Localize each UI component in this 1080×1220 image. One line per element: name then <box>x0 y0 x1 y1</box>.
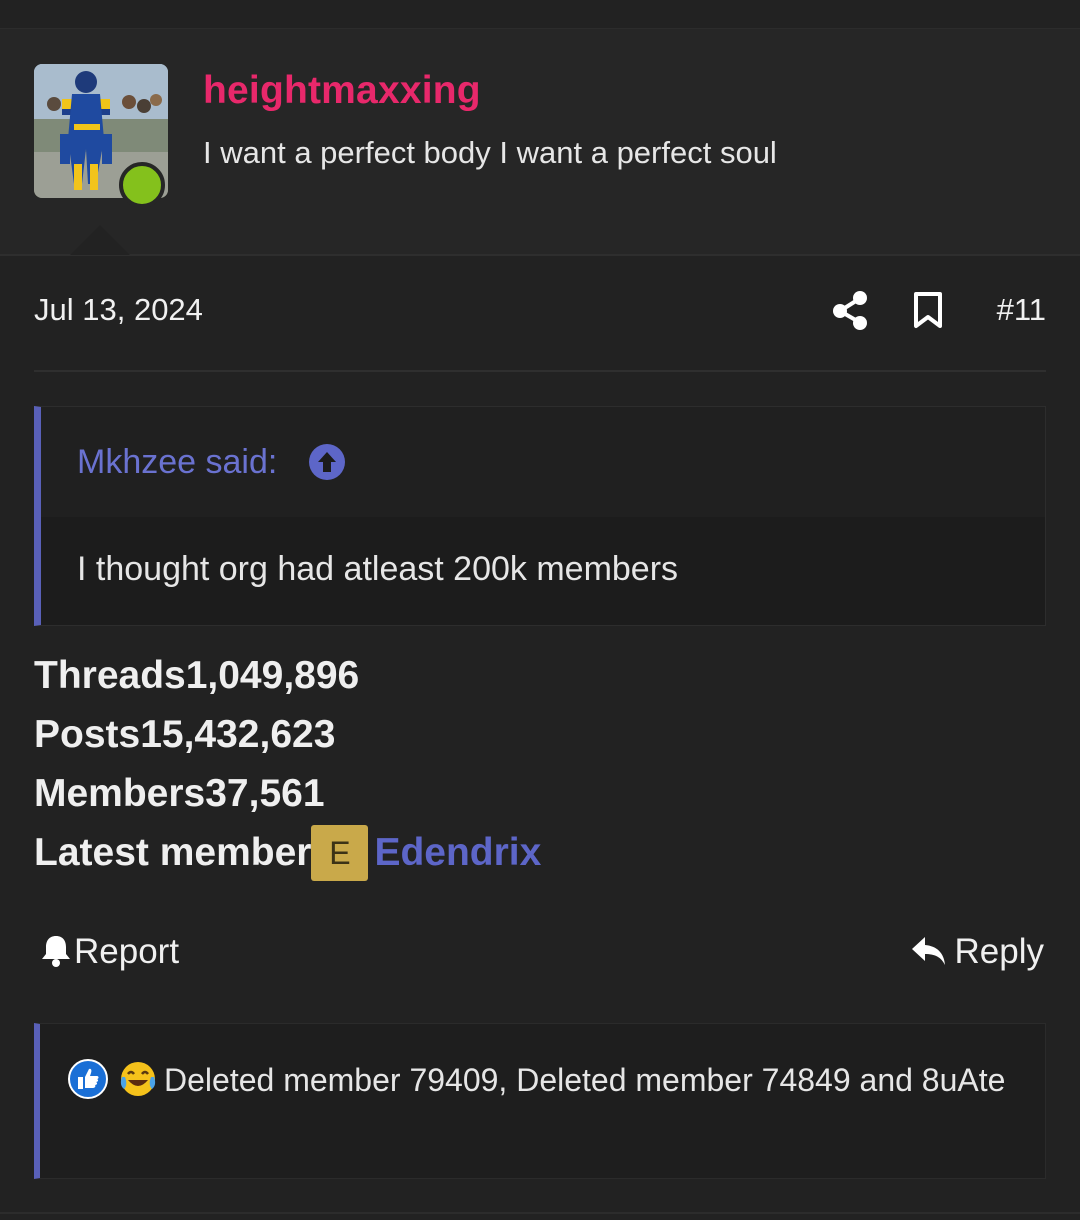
stat-posts: Posts15,432,623 <box>34 709 541 768</box>
post-meta-row: Jul 13, 2024 #11 <box>34 290 1046 334</box>
post-number-link[interactable]: #11 <box>997 292 1046 328</box>
post-user-header: heightmaxxing I want a perfect body I wa… <box>0 29 1080 256</box>
username-link[interactable]: heightmaxxing <box>203 69 481 113</box>
like-icon <box>68 1059 108 1099</box>
stat-posts-value: 15,432,623 <box>140 713 336 756</box>
stat-posts-label: Posts <box>34 713 141 756</box>
bookmark-icon <box>914 292 942 328</box>
quote-jump-button[interactable] <box>309 444 345 480</box>
reply-button[interactable]: Reply <box>911 932 1044 976</box>
stat-latest-member: Latest member E Edendrix <box>34 825 541 886</box>
quote-header: Mkhzee said: <box>41 407 1045 517</box>
reactions-summary: Deleted member 79409, Deleted member 748… <box>68 1056 1008 1105</box>
laugh-cry-icon <box>120 1062 156 1096</box>
stat-members: Members37,561 <box>34 768 541 827</box>
stat-threads: Threads1,049,896 <box>34 650 541 709</box>
reactions-bar[interactable]: Deleted member 79409, Deleted member 748… <box>34 1023 1046 1179</box>
reactions-users[interactable]: Deleted member 79409, Deleted member 748… <box>164 1062 1005 1098</box>
report-button[interactable]: Report <box>40 932 179 976</box>
share-icon <box>833 291 867 330</box>
post-date-link[interactable]: Jul 13, 2024 <box>34 292 203 328</box>
report-label: Report <box>74 932 180 971</box>
stat-members-label: Members <box>34 772 206 815</box>
bottom-divider <box>0 1212 1080 1214</box>
reply-label: Reply <box>954 932 1044 971</box>
latest-member-avatar[interactable]: E <box>311 825 369 881</box>
top-strip <box>0 0 1080 29</box>
stat-members-value: 37,561 <box>205 772 325 815</box>
meta-divider <box>34 370 1046 372</box>
quote-text: I thought org had atleast 200k members <box>77 550 679 588</box>
stat-threads-label: Threads <box>34 654 186 697</box>
online-status-dot <box>119 162 165 208</box>
arrow-up-circle-icon <box>309 444 345 480</box>
share-button[interactable] <box>831 290 869 330</box>
quote-block: Mkhzee said: I thought org had atleast 2… <box>34 406 1046 626</box>
stat-threads-value: 1,049,896 <box>185 654 360 697</box>
forum-stats: Threads1,049,896 Posts15,432,623 Members… <box>34 650 541 886</box>
latest-member-link[interactable]: Edendrix <box>374 831 541 874</box>
bell-icon <box>42 936 70 967</box>
quote-author-link[interactable]: Mkhzee said: <box>77 443 277 482</box>
user-title: I want a perfect body I want a perfect s… <box>203 135 777 170</box>
reply-icon <box>911 937 945 965</box>
stat-latest-label: Latest member <box>34 831 312 874</box>
bookmark-button[interactable] <box>910 290 946 330</box>
header-pointer <box>70 225 130 255</box>
